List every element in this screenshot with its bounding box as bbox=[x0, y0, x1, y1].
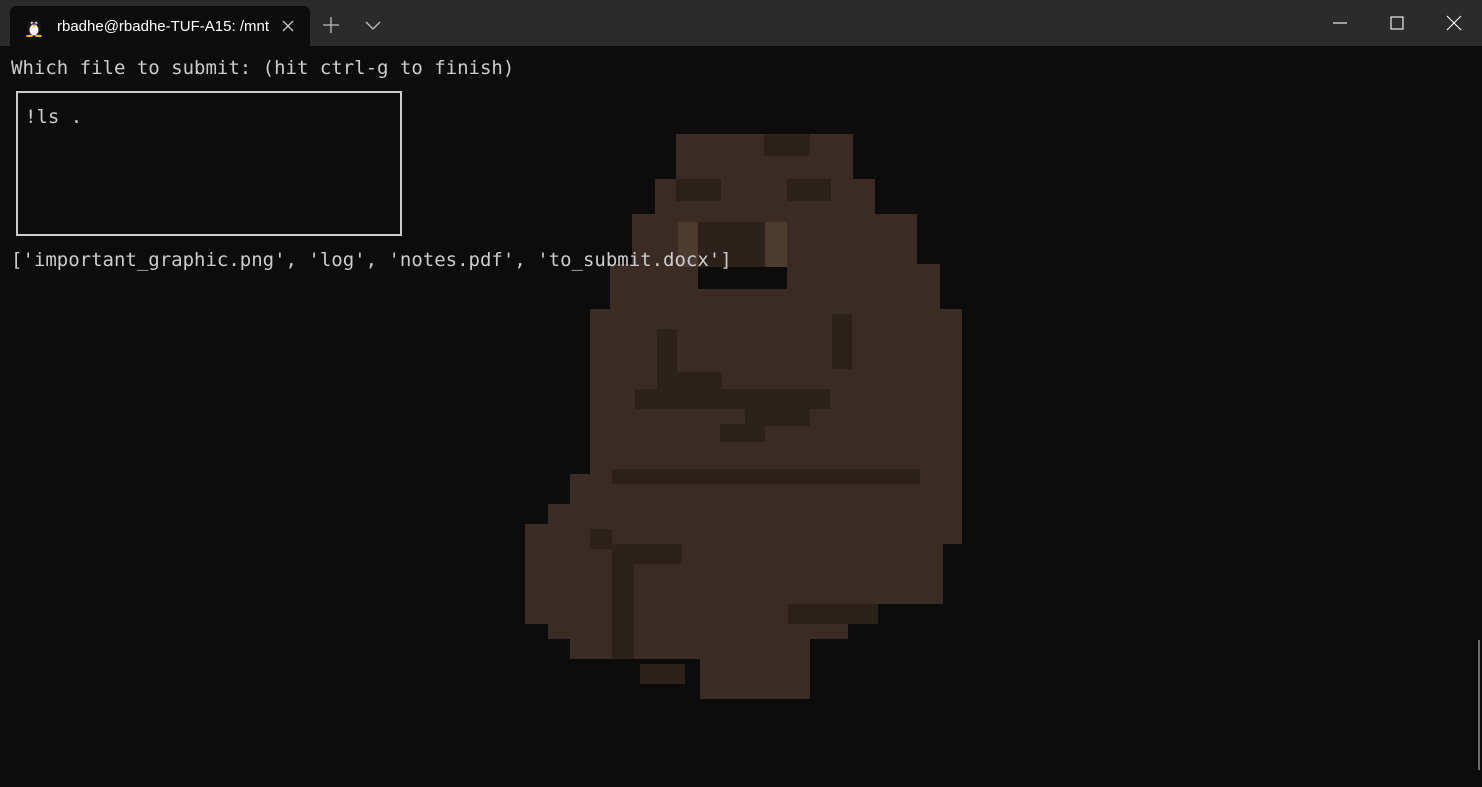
mascot-background-image bbox=[525, 134, 962, 699]
file-input-value[interactable]: !ls . bbox=[25, 105, 82, 129]
close-window-button[interactable] bbox=[1426, 0, 1482, 46]
plus-icon bbox=[323, 17, 339, 33]
tab-dropdown-button[interactable] bbox=[360, 12, 386, 38]
new-tab-button[interactable] bbox=[318, 12, 344, 38]
prompt-text: Which file to submit: (hit ctrl-g to fin… bbox=[11, 57, 515, 79]
minimize-icon bbox=[1333, 22, 1347, 24]
close-icon bbox=[1446, 15, 1462, 31]
maximize-icon bbox=[1390, 16, 1404, 30]
terminal-window: rbadhe@rbadhe-TUF-A15: /mnt Which file t… bbox=[0, 0, 1482, 787]
file-input-box[interactable]: !ls . bbox=[16, 91, 402, 236]
terminal-body[interactable]: Which file to submit: (hit ctrl-g to fin… bbox=[0, 46, 1482, 787]
title-bar: rbadhe@rbadhe-TUF-A15: /mnt bbox=[0, 0, 1482, 46]
command-output: ['important_graphic.png', 'log', 'notes.… bbox=[11, 249, 732, 271]
scrollbar[interactable] bbox=[1478, 640, 1480, 770]
linux-penguin-icon bbox=[25, 17, 43, 38]
minimize-button[interactable] bbox=[1312, 0, 1368, 46]
maximize-button[interactable] bbox=[1369, 0, 1425, 46]
chevron-down-icon bbox=[365, 21, 381, 30]
tab-close-icon[interactable] bbox=[280, 18, 296, 34]
terminal-tab[interactable]: rbadhe@rbadhe-TUF-A15: /mnt bbox=[10, 6, 310, 46]
tab-title: rbadhe@rbadhe-TUF-A15: /mnt bbox=[57, 18, 269, 35]
